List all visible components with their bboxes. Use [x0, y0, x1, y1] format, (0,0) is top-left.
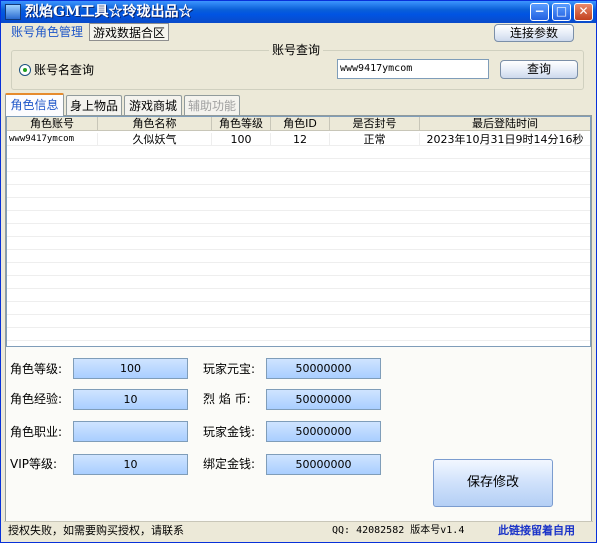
column-header[interactable]: 角色账号 — [7, 117, 98, 131]
role-exp-field[interactable]: 10 — [73, 389, 188, 410]
title-bar[interactable]: 烈焰GM工具☆玲珑出品☆ − □ ✕ — [1, 1, 596, 23]
role-class-label: 角色职业: — [10, 425, 63, 439]
table-row-empty — [7, 328, 590, 341]
tab-equipped-items[interactable]: 身上物品 — [66, 95, 122, 115]
table-header: 角色账号 角色名称 角色等级 角色ID 是否封号 最后登陆时间 — [7, 117, 590, 131]
column-header[interactable]: 最后登陆时间 — [420, 117, 590, 131]
table-row-empty — [7, 198, 590, 211]
table-row-empty — [7, 263, 590, 276]
role-exp-label: 角色经验: — [10, 392, 63, 406]
minimize-button[interactable]: − — [530, 3, 549, 21]
app-icon — [5, 4, 21, 20]
table-row-empty — [7, 185, 590, 198]
table-row-empty — [7, 237, 590, 250]
table-cell: 正常 — [330, 133, 420, 146]
query-button[interactable]: 查询 — [500, 60, 578, 79]
column-header[interactable]: 角色名称 — [98, 117, 212, 131]
role-level-label: 角色等级: — [10, 362, 63, 376]
player-yuanbao-field[interactable]: 50000000 — [266, 358, 381, 379]
table-row-empty — [7, 289, 590, 302]
table-cell: www9417ymcom — [7, 133, 98, 146]
flame-coin-field[interactable]: 50000000 — [266, 389, 381, 410]
bound-money-label: 绑定金钱: — [203, 457, 256, 471]
table-row[interactable]: www9417ymcom 久似妖气 100 12 正常 2023年10月31日9… — [7, 133, 590, 146]
table-cell: 100 — [212, 133, 271, 146]
player-money-field[interactable]: 50000000 — [266, 421, 381, 442]
role-table[interactable]: 角色账号 角色名称 角色等级 角色ID 是否封号 最后登陆时间 www9417y… — [6, 116, 591, 347]
table-row-empty — [7, 159, 590, 172]
table-row-empty — [7, 250, 590, 263]
radio-dot-icon — [23, 68, 27, 72]
player-yuanbao-label: 玩家元宝: — [203, 362, 256, 376]
role-level-field[interactable]: 100 — [73, 358, 188, 379]
connect-params-button[interactable]: 连接参数 — [494, 24, 574, 42]
account-query-title: 账号查询 — [269, 43, 324, 57]
maximize-button[interactable]: □ — [552, 3, 571, 21]
status-bar: 授权失败，如需要购买授权，请联系 QQ: 42082582 版本号v1.4 此链… — [4, 521, 593, 540]
bound-money-field[interactable]: 50000000 — [266, 454, 381, 475]
vip-level-label: VIP等级: — [10, 457, 58, 471]
status-auth-message: 授权失败，如需要购买授权，请联系 — [8, 524, 184, 537]
vip-level-field[interactable]: 10 — [73, 454, 188, 475]
table-row-empty — [7, 146, 590, 159]
table-row-empty — [7, 172, 590, 185]
tab-assist-functions: 辅助功能 — [184, 95, 240, 115]
account-name-radio[interactable] — [19, 64, 31, 76]
tab-account-role[interactable]: 账号角色管理 — [6, 23, 88, 41]
column-header[interactable]: 角色ID — [271, 117, 330, 131]
table-cell: 2023年10月31日9时14分16秒 — [426, 133, 584, 146]
table-row-empty — [7, 302, 590, 315]
tab-data-merge[interactable]: 游戏数据合区 — [89, 23, 169, 41]
client-area: 账号角色管理 游戏数据合区 连接参数 账号查询 账号名查询 www9417ymc… — [4, 23, 593, 540]
column-header[interactable]: 是否封号 — [330, 117, 420, 131]
tab-game-shop[interactable]: 游戏商城 — [124, 95, 182, 115]
window-title: 烈焰GM工具☆玲珑出品☆ — [25, 4, 193, 20]
table-row-empty — [7, 315, 590, 328]
status-qq-version: QQ: 42082582 版本号v1.4 — [332, 525, 465, 536]
table-row-empty — [7, 211, 590, 224]
table-row-empty — [7, 276, 590, 289]
table-row-empty — [7, 224, 590, 237]
close-button[interactable]: ✕ — [574, 3, 593, 21]
flame-coin-label: 烈 焰 币: — [203, 392, 251, 406]
account-name-radio-label: 账号名查询 — [34, 63, 95, 77]
tab-role-info[interactable]: 角色信息 — [5, 93, 64, 116]
role-class-field[interactable] — [73, 421, 188, 442]
player-money-label: 玩家金钱: — [203, 425, 256, 439]
main-window: 烈焰GM工具☆玲珑出品☆ − □ ✕ 账号角色管理 游戏数据合区 连接参数 账号… — [0, 0, 597, 543]
status-link[interactable]: 此链接留着自用 — [498, 522, 575, 540]
account-query-input[interactable]: www9417ymcom — [337, 59, 489, 79]
column-header[interactable]: 角色等级 — [212, 117, 271, 131]
table-cell: 12 — [271, 133, 330, 146]
table-cell: 久似妖气 — [98, 133, 212, 146]
save-changes-button[interactable]: 保存修改 — [433, 459, 553, 507]
